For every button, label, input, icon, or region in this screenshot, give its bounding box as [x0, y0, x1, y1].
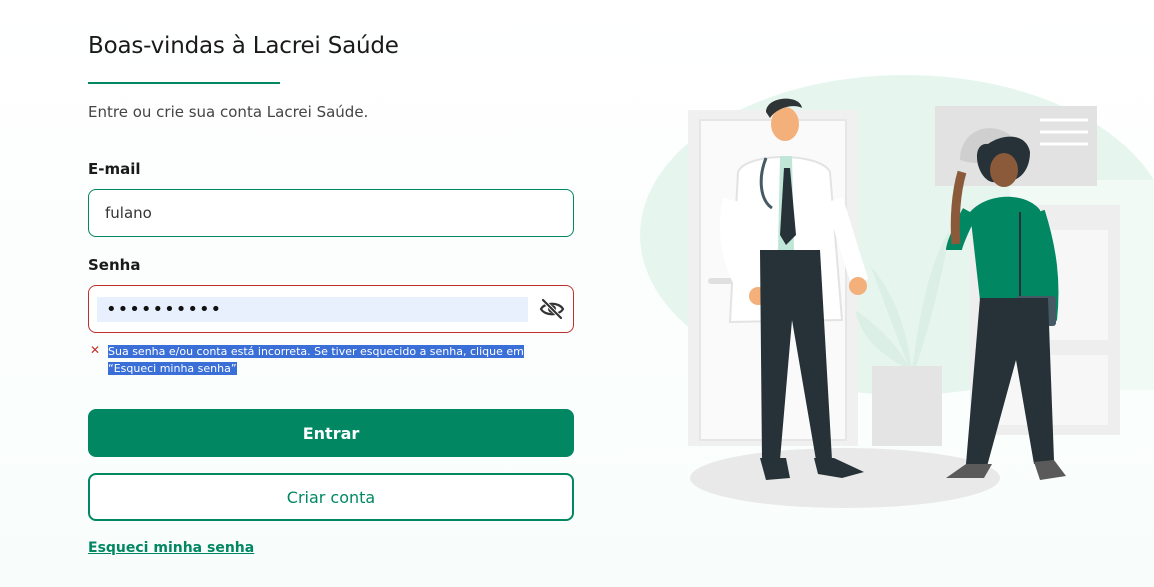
page-title: Boas-vindas à Lacrei Saúde	[88, 33, 399, 59]
email-field-container	[88, 189, 574, 237]
password-label: Senha	[88, 256, 141, 274]
page-subtitle: Entre ou crie sua conta Lacrei Saúde.	[88, 103, 369, 121]
create-account-button[interactable]: Criar conta	[88, 473, 574, 521]
email-label: E-mail	[88, 160, 141, 178]
email-input[interactable]	[89, 190, 545, 236]
password-error-text: Sua senha e/ou conta está incorreta. Se …	[108, 345, 524, 375]
doctor-patient-illustration	[640, 75, 1154, 508]
password-field-container	[88, 285, 574, 333]
title-underline	[88, 82, 280, 84]
password-error-message: Sua senha e/ou conta está incorreta. Se …	[108, 343, 568, 377]
login-button[interactable]: Entrar	[88, 409, 574, 457]
eye-slash-icon[interactable]	[539, 298, 565, 320]
close-x-icon: ✕	[90, 343, 101, 357]
forgot-password-link[interactable]: Esqueci minha senha	[88, 540, 254, 556]
password-input[interactable]	[97, 297, 528, 322]
